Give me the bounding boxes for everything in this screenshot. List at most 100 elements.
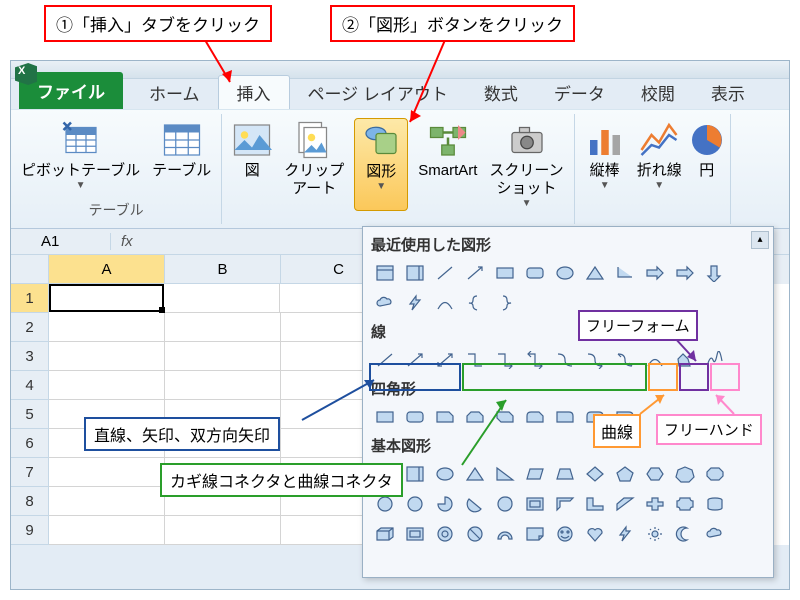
smartart-button[interactable]: SmartArt bbox=[416, 118, 479, 211]
cell[interactable] bbox=[49, 371, 165, 400]
cell[interactable] bbox=[49, 313, 165, 342]
row-header[interactable]: 3 bbox=[11, 342, 49, 371]
shape-moon-icon[interactable] bbox=[671, 521, 699, 547]
shape-sniproundrect-icon[interactable] bbox=[521, 404, 549, 430]
row-header[interactable]: 5 bbox=[11, 400, 49, 429]
shape-elbow-connector-icon[interactable] bbox=[461, 347, 489, 373]
shape-heptagon-icon[interactable] bbox=[671, 461, 699, 487]
shape-lshape-icon[interactable] bbox=[581, 491, 609, 517]
table-button[interactable]: テーブル bbox=[150, 118, 213, 193]
shape-lightning-icon[interactable] bbox=[401, 290, 429, 316]
shape-donut-icon[interactable] bbox=[431, 521, 459, 547]
shape-triangle-icon[interactable] bbox=[581, 260, 609, 286]
shape-halfframe-icon[interactable] bbox=[551, 491, 579, 517]
shape-round1-icon[interactable] bbox=[551, 404, 579, 430]
cell[interactable] bbox=[165, 371, 281, 400]
row-header[interactable]: 2 bbox=[11, 313, 49, 342]
row-header[interactable]: 1 bbox=[11, 284, 49, 313]
shape-blockarc-icon[interactable] bbox=[491, 521, 519, 547]
cell-a1[interactable] bbox=[49, 284, 164, 312]
shape-line-icon[interactable] bbox=[431, 260, 459, 286]
shape-vtextbox-icon[interactable] bbox=[401, 260, 429, 286]
cell[interactable] bbox=[165, 516, 281, 545]
shape-pie-icon[interactable] bbox=[431, 491, 459, 517]
column-chart-button[interactable]: 縦棒 ▼ bbox=[583, 118, 627, 193]
shape-parallelogram-icon[interactable] bbox=[521, 461, 549, 487]
shape-cloud-icon[interactable] bbox=[371, 290, 399, 316]
shape-pentagon-icon[interactable] bbox=[611, 461, 639, 487]
col-header[interactable]: B bbox=[165, 255, 281, 284]
shape-can-icon[interactable] bbox=[701, 491, 729, 517]
shape-roundrect-icon[interactable] bbox=[521, 260, 549, 286]
shape-vtextbox-icon[interactable] bbox=[401, 461, 429, 487]
shape-elbow-double-icon[interactable] bbox=[521, 347, 549, 373]
shape-cube-icon[interactable] bbox=[371, 521, 399, 547]
pie-chart-button[interactable]: 円 bbox=[692, 118, 722, 193]
shape-smiley-icon[interactable] bbox=[551, 521, 579, 547]
shape-line-arrow-icon[interactable] bbox=[401, 347, 429, 373]
shape-snip1-icon[interactable] bbox=[431, 404, 459, 430]
cell[interactable] bbox=[49, 342, 165, 371]
shape-bevel-icon[interactable] bbox=[401, 521, 429, 547]
shape-sun-icon[interactable] bbox=[641, 521, 669, 547]
pivot-table-button[interactable]: ピボットテーブル ▼ bbox=[19, 118, 142, 193]
shape-cloud-icon[interactable] bbox=[701, 521, 729, 547]
cell[interactable] bbox=[49, 487, 165, 516]
scroll-up-button[interactable]: ▴ bbox=[751, 231, 769, 249]
shape-arrow-icon[interactable] bbox=[461, 260, 489, 286]
shape-lightning-icon[interactable] bbox=[611, 521, 639, 547]
cell[interactable] bbox=[165, 313, 281, 342]
shape-dodecagon-icon[interactable] bbox=[401, 491, 429, 517]
tab-data[interactable]: データ bbox=[536, 76, 623, 109]
shape-arc-icon[interactable] bbox=[431, 290, 459, 316]
shape-frame-icon[interactable] bbox=[521, 491, 549, 517]
shape-scribble-icon[interactable] bbox=[701, 347, 729, 373]
shape-rect-icon[interactable] bbox=[491, 260, 519, 286]
shape-line-doublearrow-icon[interactable] bbox=[431, 347, 459, 373]
shape-curve-connector-icon[interactable] bbox=[551, 347, 579, 373]
shape-brace-r-icon[interactable] bbox=[491, 290, 519, 316]
shape-brace-l-icon[interactable] bbox=[461, 290, 489, 316]
cell[interactable] bbox=[164, 284, 280, 313]
col-header[interactable]: A bbox=[49, 255, 165, 284]
picture-button[interactable]: 図 bbox=[230, 118, 274, 211]
clipart-button[interactable]: クリップ アート bbox=[282, 118, 346, 211]
shape-heart-icon[interactable] bbox=[581, 521, 609, 547]
shape-foldedcorner-icon[interactable] bbox=[521, 521, 549, 547]
name-box[interactable]: A1 bbox=[11, 233, 111, 250]
shape-ellipse-icon[interactable] bbox=[551, 260, 579, 286]
tab-review[interactable]: 校閲 bbox=[623, 76, 693, 109]
shape-rightarrow-icon[interactable] bbox=[671, 260, 699, 286]
shape-teardrop-icon[interactable] bbox=[491, 491, 519, 517]
shapes-button[interactable]: 図形 ▼ bbox=[354, 118, 408, 211]
shape-arrow-fat-icon[interactable] bbox=[641, 260, 669, 286]
cell[interactable] bbox=[49, 516, 165, 545]
shape-diagstripe-icon[interactable] bbox=[611, 491, 639, 517]
shape-roundrect-icon[interactable] bbox=[401, 404, 429, 430]
shape-plaque-icon[interactable] bbox=[671, 491, 699, 517]
fx-icon[interactable]: fx bbox=[111, 233, 143, 250]
shape-diamond-icon[interactable] bbox=[581, 461, 609, 487]
shape-octagon-icon[interactable] bbox=[701, 461, 729, 487]
tab-formula[interactable]: 数式 bbox=[466, 76, 536, 109]
shape-curve-double-icon[interactable] bbox=[611, 347, 639, 373]
shape-elbow-icon[interactable] bbox=[611, 260, 639, 286]
row-header[interactable]: 6 bbox=[11, 429, 49, 458]
shape-line-icon[interactable] bbox=[371, 347, 399, 373]
shape-noentry-icon[interactable] bbox=[461, 521, 489, 547]
shape-curve-arrow-icon[interactable] bbox=[581, 347, 609, 373]
cell[interactable] bbox=[165, 342, 281, 371]
shape-trapezoid-icon[interactable] bbox=[551, 461, 579, 487]
row-header[interactable]: 8 bbox=[11, 487, 49, 516]
tab-view[interactable]: 表示 bbox=[693, 76, 763, 109]
shape-hexagon-icon[interactable] bbox=[641, 461, 669, 487]
shape-elbow-arrow-icon[interactable] bbox=[491, 347, 519, 373]
shape-textbox-icon[interactable] bbox=[371, 260, 399, 286]
shape-cross-icon[interactable] bbox=[641, 491, 669, 517]
screenshot-button[interactable]: スクリーン ショット ▼ bbox=[487, 118, 565, 211]
line-chart-button[interactable]: 折れ線 ▼ bbox=[635, 118, 684, 193]
row-header[interactable]: 4 bbox=[11, 371, 49, 400]
shape-curve-icon[interactable] bbox=[641, 347, 669, 373]
cell[interactable] bbox=[49, 458, 165, 487]
shape-chord-icon[interactable] bbox=[461, 491, 489, 517]
